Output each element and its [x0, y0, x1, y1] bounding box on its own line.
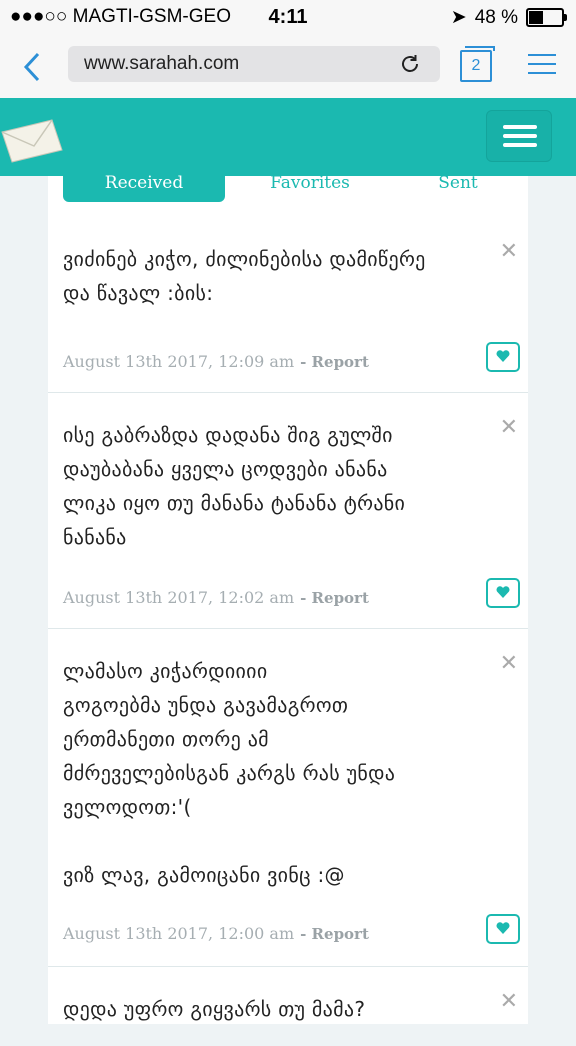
report-link[interactable]: - Report [300, 925, 369, 943]
tab-sent[interactable]: Sent [410, 170, 506, 202]
message-meta: August 13th 2017, 12:09 am - Report [63, 352, 369, 371]
message-card: დედა უფრო გიყვარს თუ მამა? ✕ [48, 966, 528, 1046]
location-icon: ➤ [450, 7, 467, 28]
report-link[interactable]: - Report [300, 353, 369, 371]
favorite-button[interactable] [486, 914, 520, 944]
address-bar[interactable]: www.sarahah.com [68, 46, 440, 82]
message-text: დედა უფრო გიყვარს თუ მამა? [63, 997, 366, 1021]
status-right: ➤ 48 % [450, 6, 567, 29]
message-meta: August 13th 2017, 12:02 am - Report [63, 588, 369, 607]
message-date: August 13th 2017, 12:02 am [63, 588, 295, 607]
battery-icon [526, 8, 567, 27]
report-link[interactable]: - Report [300, 589, 369, 607]
back-icon[interactable] [18, 50, 48, 84]
messages-panel: Received Favorites Sent ვიძინებ კიჭო, ძი… [48, 170, 528, 1024]
delete-icon[interactable]: ✕ [500, 414, 518, 440]
message-date: August 13th 2017, 12:00 am [63, 924, 295, 943]
inbox-tabs: Received Favorites Sent [48, 170, 528, 204]
tab-received[interactable]: Received [63, 170, 225, 202]
message-card: ისე გაბრაზდა დადანა შიგ გულში დაუბაბანა … [48, 392, 528, 629]
reload-icon[interactable] [398, 52, 422, 76]
heart-icon [496, 922, 510, 934]
message-meta: August 13th 2017, 12:00 am - Report [63, 924, 369, 943]
heart-icon [496, 586, 510, 598]
delete-icon[interactable]: ✕ [500, 650, 518, 676]
message-card: ლამასო კიჭარდიიიი გოგოებმა უნდა გავამაგრ… [48, 628, 528, 967]
message-card: ვიძინებ კიჭო, ძილინებისა დამიწერე და წავ… [48, 216, 528, 393]
url-text: www.sarahah.com [84, 53, 240, 74]
message-date: August 13th 2017, 12:09 am [63, 352, 295, 371]
favorite-button[interactable] [486, 578, 520, 608]
battery-percent: 48 % [474, 6, 518, 28]
delete-icon[interactable]: ✕ [500, 988, 518, 1014]
heart-icon [496, 350, 510, 362]
message-text: ლამასო კიჭარდიიიი გოგოებმა უნდა გავამაგრ… [63, 659, 396, 887]
delete-icon[interactable]: ✕ [500, 238, 518, 264]
site-header [0, 98, 576, 176]
browser-menu-icon[interactable] [528, 52, 556, 76]
message-text: ისე გაბრაზდა დადანა შიგ გულში დაუბაბანა … [63, 423, 406, 549]
tab-favorites[interactable]: Favorites [250, 170, 370, 202]
site-menu-button[interactable] [486, 110, 552, 162]
browser-toolbar: www.sarahah.com 2 [0, 36, 576, 99]
tabs-button[interactable]: 2 [460, 46, 495, 82]
envelope-logo-icon[interactable] [0, 116, 64, 164]
message-text: ვიძინებ კიჭო, ძილინებისა დამიწერე და წავ… [63, 247, 426, 305]
favorite-button[interactable] [486, 342, 520, 372]
status-bar: ●●●○○ MAGTI-GSM-GEO 4:11 ➤ 48 % [0, 0, 576, 36]
